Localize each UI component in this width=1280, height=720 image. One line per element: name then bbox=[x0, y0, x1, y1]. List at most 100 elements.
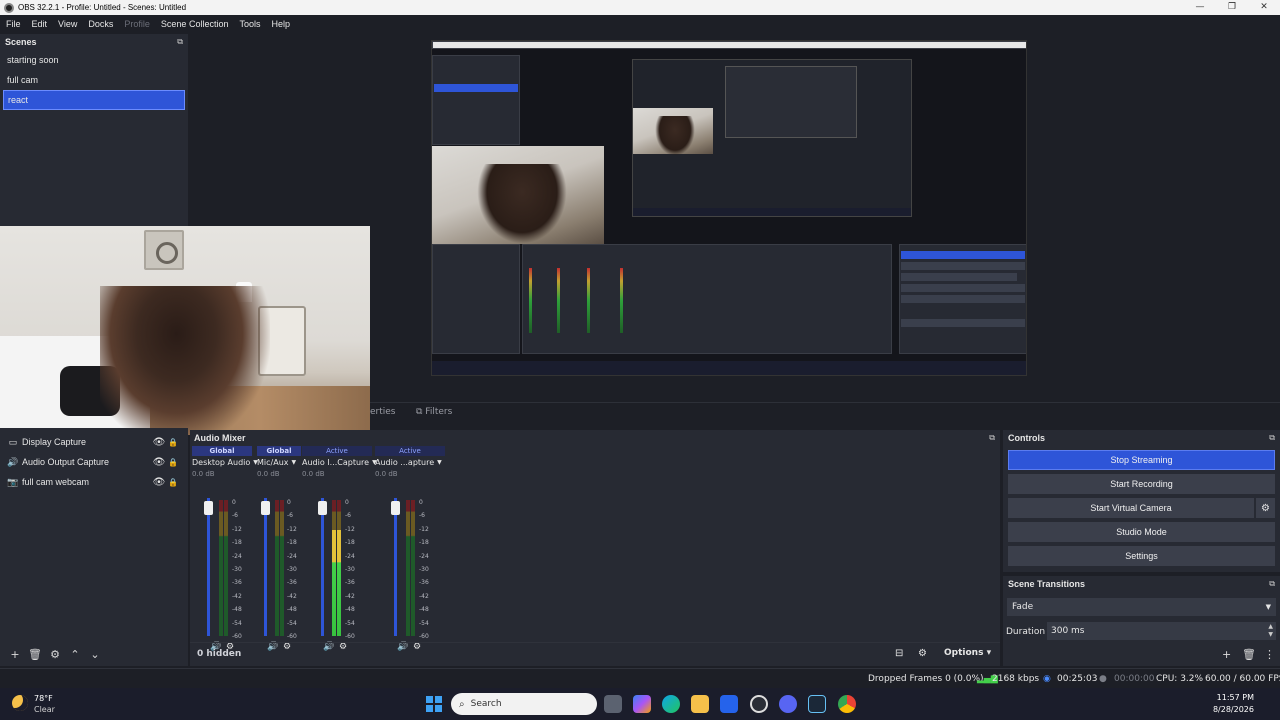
dock-undock-icon[interactable]: ⧉ bbox=[177, 37, 183, 47]
source-item-audio-output-capture[interactable]: 🔊 Audio Output Capture 👁 🔒 bbox=[0, 452, 188, 472]
spin-arrows-icon[interactable]: ▲ ▼ bbox=[1268, 623, 1273, 639]
db-scale-tick: -42 bbox=[345, 592, 355, 600]
clock-time[interactable]: 11:57 PM bbox=[1217, 693, 1254, 702]
moon-weather-icon[interactable] bbox=[12, 695, 28, 711]
visibility-eye-icon[interactable]: 👁 bbox=[152, 457, 166, 468]
lock-icon[interactable]: 🔒 bbox=[166, 458, 180, 467]
db-scale-tick: -18 bbox=[287, 539, 297, 547]
more-options-icon[interactable]: ⋮ bbox=[1264, 648, 1275, 661]
virtual-camera-gear-icon[interactable]: ⚙ bbox=[1256, 498, 1275, 518]
transition-select[interactable]: Fade ▼ bbox=[1007, 598, 1276, 616]
start-virtual-camera-button[interactable]: Start Virtual Camera bbox=[1008, 498, 1254, 518]
scene-item-starting-soon[interactable]: starting soon bbox=[3, 50, 185, 70]
lock-icon[interactable]: 🔒 bbox=[166, 478, 180, 487]
menu-view[interactable]: View bbox=[58, 19, 77, 29]
channel-name-dropdown[interactable]: Audio I...Capture ▼ bbox=[302, 458, 377, 467]
microsoft-store-icon[interactable] bbox=[720, 695, 738, 713]
volume-fader-track[interactable] bbox=[264, 498, 267, 636]
menu-docks[interactable]: Docks bbox=[88, 19, 113, 29]
dock-undock-icon[interactable]: ⧉ bbox=[1269, 433, 1275, 443]
preview-canvas[interactable] bbox=[431, 40, 1027, 376]
captured-meter-2 bbox=[557, 268, 560, 333]
channel-badge: Global bbox=[257, 446, 301, 456]
captured-studio-mode bbox=[901, 284, 1025, 292]
advanced-audio-gear-icon[interactable]: ⚙ bbox=[918, 648, 927, 659]
visibility-eye-icon[interactable]: 👁 bbox=[152, 477, 166, 488]
properties-tab[interactable]: erties bbox=[370, 407, 396, 417]
db-scale-tick: -18 bbox=[232, 539, 242, 547]
source-item-display-capture[interactable]: ▭ Display Capture 👁 🔒 bbox=[0, 432, 188, 452]
copilot-icon[interactable] bbox=[633, 695, 651, 713]
add-source-icon[interactable]: + bbox=[5, 648, 25, 661]
menu-tools[interactable]: Tools bbox=[239, 19, 260, 29]
close-icon[interactable]: ✕ bbox=[1248, 0, 1280, 15]
filters-tab[interactable]: ⧉ Filters bbox=[416, 407, 452, 417]
menu-help[interactable]: Help bbox=[271, 19, 290, 29]
windows-start-icon[interactable] bbox=[426, 696, 442, 712]
mixer-channel-audio-output-capture: Active Audio ...apture ▼ 0.0 dB 0 -6 -12 -18… bbox=[375, 446, 445, 652]
channel-name-dropdown[interactable]: Desktop Audio ▼ bbox=[192, 458, 258, 467]
volume-fader-knob[interactable] bbox=[204, 501, 213, 515]
task-view-icon[interactable] bbox=[604, 695, 622, 713]
db-scale-tick: -30 bbox=[345, 566, 355, 574]
restore-icon[interactable]: ❐ bbox=[1216, 0, 1248, 15]
chrome-icon[interactable] bbox=[838, 695, 856, 713]
channel-name-dropdown[interactable]: Mic/Aux ▼ bbox=[257, 458, 301, 467]
move-down-icon[interactable]: ⌄ bbox=[85, 648, 105, 661]
db-scale-tick: 0 bbox=[345, 499, 349, 506]
visibility-eye-icon[interactable]: 👁 bbox=[152, 437, 166, 448]
menu-bar: File Edit View Docks Profile Scene Colle… bbox=[0, 15, 1280, 32]
channel-db: 0.0 dB bbox=[302, 470, 325, 478]
db-scale-tick: -48 bbox=[232, 606, 242, 614]
duration-spinbox[interactable]: 300 ms ▲ ▼ bbox=[1047, 622, 1276, 640]
source-label: Audio Output Capture bbox=[22, 457, 110, 467]
settings-button[interactable]: Settings bbox=[1008, 546, 1275, 566]
db-scale-tick: -24 bbox=[287, 552, 297, 560]
remove-source-icon[interactable]: 🗑 bbox=[25, 648, 45, 661]
weather-description[interactable]: Clear bbox=[34, 705, 55, 714]
level-fill bbox=[337, 529, 341, 636]
studio-mode-button[interactable]: Studio Mode bbox=[1008, 522, 1275, 542]
volume-fader-knob[interactable] bbox=[318, 501, 327, 515]
menu-file[interactable]: File bbox=[6, 19, 21, 29]
obs-taskbar-icon[interactable] bbox=[750, 695, 768, 713]
add-transition-icon[interactable]: + bbox=[1222, 648, 1231, 661]
menu-scene-collection[interactable]: Scene Collection bbox=[161, 19, 229, 29]
volume-fader-track[interactable] bbox=[207, 498, 210, 636]
volume-fader-knob[interactable] bbox=[391, 501, 400, 515]
clock-date[interactable]: 8/28/2026 bbox=[1213, 705, 1254, 714]
captured-stop-streaming bbox=[901, 251, 1025, 259]
options-button[interactable]: Options ▾ bbox=[944, 648, 991, 658]
channel-name-dropdown[interactable]: Audio ...apture ▼ bbox=[375, 458, 445, 467]
scene-item-full-cam[interactable]: full cam bbox=[3, 70, 185, 90]
captured-settings bbox=[901, 295, 1025, 303]
start-recording-button[interactable]: Start Recording bbox=[1008, 474, 1275, 494]
level-meter bbox=[337, 500, 341, 636]
source-item-full-cam-webcam[interactable]: 📷 full cam webcam 👁 🔒 bbox=[0, 472, 188, 492]
volume-fader-track[interactable] bbox=[321, 498, 324, 636]
hidden-count: 0 hidden bbox=[197, 649, 242, 659]
move-up-icon[interactable]: ⌃ bbox=[65, 648, 85, 661]
source-properties-gear-icon[interactable]: ⚙ bbox=[45, 648, 65, 661]
menu-edit[interactable]: Edit bbox=[32, 19, 48, 29]
edge-browser-icon[interactable] bbox=[662, 695, 680, 713]
volume-fader-knob[interactable] bbox=[261, 501, 270, 515]
discord-icon[interactable] bbox=[779, 695, 797, 713]
dock-undock-icon[interactable]: ⧉ bbox=[1269, 579, 1275, 589]
taskbar-search[interactable]: ⌕ Search bbox=[451, 693, 597, 715]
remove-transition-icon[interactable]: 🗑 bbox=[1242, 648, 1256, 661]
lock-icon[interactable]: 🔒 bbox=[166, 438, 180, 447]
stop-streaming-button[interactable]: Stop Streaming bbox=[1008, 450, 1275, 470]
channel-badge: Global bbox=[192, 446, 252, 456]
captured-inner-webcam bbox=[633, 108, 713, 156]
volume-fader-track[interactable] bbox=[394, 498, 397, 636]
minimize-icon[interactable]: — bbox=[1184, 0, 1216, 15]
steam-icon[interactable] bbox=[808, 695, 826, 713]
scene-item-react[interactable]: react bbox=[3, 90, 185, 110]
dock-undock-icon[interactable]: ⧉ bbox=[989, 433, 995, 443]
db-scale-tick: -6 bbox=[232, 512, 238, 520]
file-explorer-icon[interactable] bbox=[691, 695, 709, 713]
weather-temperature[interactable]: 78°F bbox=[34, 694, 53, 703]
channel-name: Mic/Aux bbox=[257, 458, 289, 467]
layout-toggle-icon[interactable]: ⊟ bbox=[895, 648, 903, 659]
